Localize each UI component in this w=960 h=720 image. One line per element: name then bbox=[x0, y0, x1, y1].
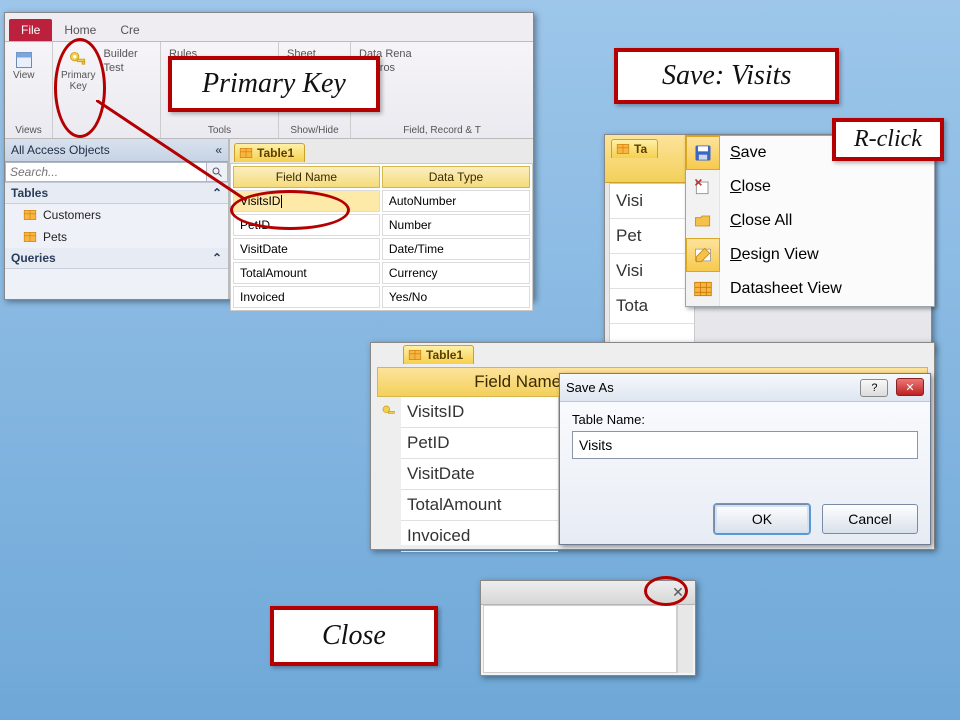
annotation-line bbox=[96, 100, 246, 210]
callout-primary-key: Primary Key bbox=[168, 56, 380, 112]
tab-create[interactable]: Cre bbox=[108, 19, 151, 41]
field-row[interactable]: Invoiced bbox=[401, 521, 558, 552]
scrollbar[interactable] bbox=[677, 605, 693, 673]
tab-file[interactable]: File bbox=[9, 19, 52, 41]
col-fieldname: Field Name bbox=[233, 166, 380, 188]
view-label: View bbox=[13, 70, 35, 81]
cancel-button[interactable]: Cancel bbox=[822, 504, 918, 534]
field-row[interactable]: VisitDate bbox=[401, 459, 558, 490]
cell-fieldname[interactable]: Invoiced bbox=[233, 286, 380, 308]
group-views-footer: Views bbox=[9, 125, 48, 136]
builder-link[interactable]: Builder bbox=[103, 48, 137, 60]
context-menu-panel: Ta Visi Pet Visi Tota Save Close Close A… bbox=[604, 134, 932, 352]
help-button[interactable]: ? bbox=[860, 379, 888, 397]
table-icon bbox=[23, 230, 37, 244]
ok-button[interactable]: OK bbox=[714, 504, 810, 534]
blank-content bbox=[483, 605, 677, 673]
menu-close-all[interactable]: Close All bbox=[686, 204, 934, 238]
menu-design-view[interactable]: Design View bbox=[686, 238, 934, 272]
table-icon bbox=[616, 142, 630, 156]
table-name-input[interactable] bbox=[572, 431, 918, 459]
field-row[interactable]: VisitsID bbox=[401, 397, 558, 428]
group-field-footer: Field, Record & T bbox=[355, 125, 529, 136]
folder-icon bbox=[693, 211, 713, 231]
field-row[interactable]: PetID bbox=[401, 428, 558, 459]
table-tab[interactable]: Table1 bbox=[403, 345, 474, 364]
group-showhide-footer: Show/Hide bbox=[283, 125, 346, 136]
cell-datatype[interactable]: Yes/No bbox=[382, 286, 530, 308]
save-as-dialog: Save As ? ✕ Table Name: OK Cancel bbox=[559, 373, 931, 545]
field-grid: Field NameData Type VisitsIDAutoNumber P… bbox=[230, 163, 533, 311]
menu-datasheet-view[interactable]: Datasheet View bbox=[686, 272, 934, 306]
dialog-close-button[interactable]: ✕ bbox=[896, 378, 924, 396]
cell-datatype[interactable]: Number bbox=[382, 214, 530, 236]
table-icon bbox=[23, 208, 37, 222]
table-icon bbox=[408, 348, 422, 362]
cell-fieldname[interactable]: TotalAmount bbox=[233, 262, 380, 284]
nav-item-pets[interactable]: Pets bbox=[5, 226, 228, 248]
col-datatype: Data Type bbox=[382, 166, 530, 188]
view-button[interactable]: View bbox=[9, 46, 39, 81]
field-row[interactable]: Pet bbox=[610, 219, 694, 254]
table-name-label: Table Name: bbox=[572, 412, 645, 427]
design-view-icon bbox=[693, 245, 713, 265]
cell-datatype[interactable]: Date/Time bbox=[382, 238, 530, 260]
callout-close: Close bbox=[270, 606, 438, 666]
field-list: VisitsID PetID VisitDate TotalAmount Inv… bbox=[401, 397, 559, 545]
field-row[interactable]: TotalAmount bbox=[401, 490, 558, 521]
callout-save-visits: Save: Visits bbox=[614, 48, 839, 104]
nav-queries-header[interactable]: Queries⌃ bbox=[5, 248, 228, 269]
close-icon bbox=[693, 177, 713, 197]
table-tab[interactable]: Ta bbox=[611, 139, 658, 158]
field-row[interactable]: Tota bbox=[610, 289, 694, 324]
annotation-ring bbox=[230, 190, 350, 230]
save-icon bbox=[693, 143, 713, 163]
test-link[interactable]: Test bbox=[103, 62, 123, 74]
annotation-ring bbox=[644, 576, 688, 606]
field-row[interactable]: Visi bbox=[610, 254, 694, 289]
cell-fieldname[interactable]: VisitDate bbox=[233, 238, 380, 260]
dialog-title: Save As bbox=[566, 380, 614, 395]
field-row[interactable]: Visi bbox=[610, 184, 694, 219]
saveas-panel: Table1 Field NameData Type VisitsID PetI… bbox=[370, 342, 935, 550]
cell-datatype[interactable]: Currency bbox=[382, 262, 530, 284]
datasheet-icon bbox=[693, 279, 713, 299]
menu-close[interactable]: Close bbox=[686, 170, 934, 204]
pk-column bbox=[377, 397, 401, 545]
field-list: Visi Pet Visi Tota bbox=[609, 183, 695, 347]
ribbon-tabs: File Home Cre bbox=[5, 13, 533, 41]
key-icon bbox=[381, 404, 397, 420]
callout-rclick: R-click bbox=[832, 118, 944, 161]
cell-datatype[interactable]: AutoNumber bbox=[382, 190, 530, 212]
